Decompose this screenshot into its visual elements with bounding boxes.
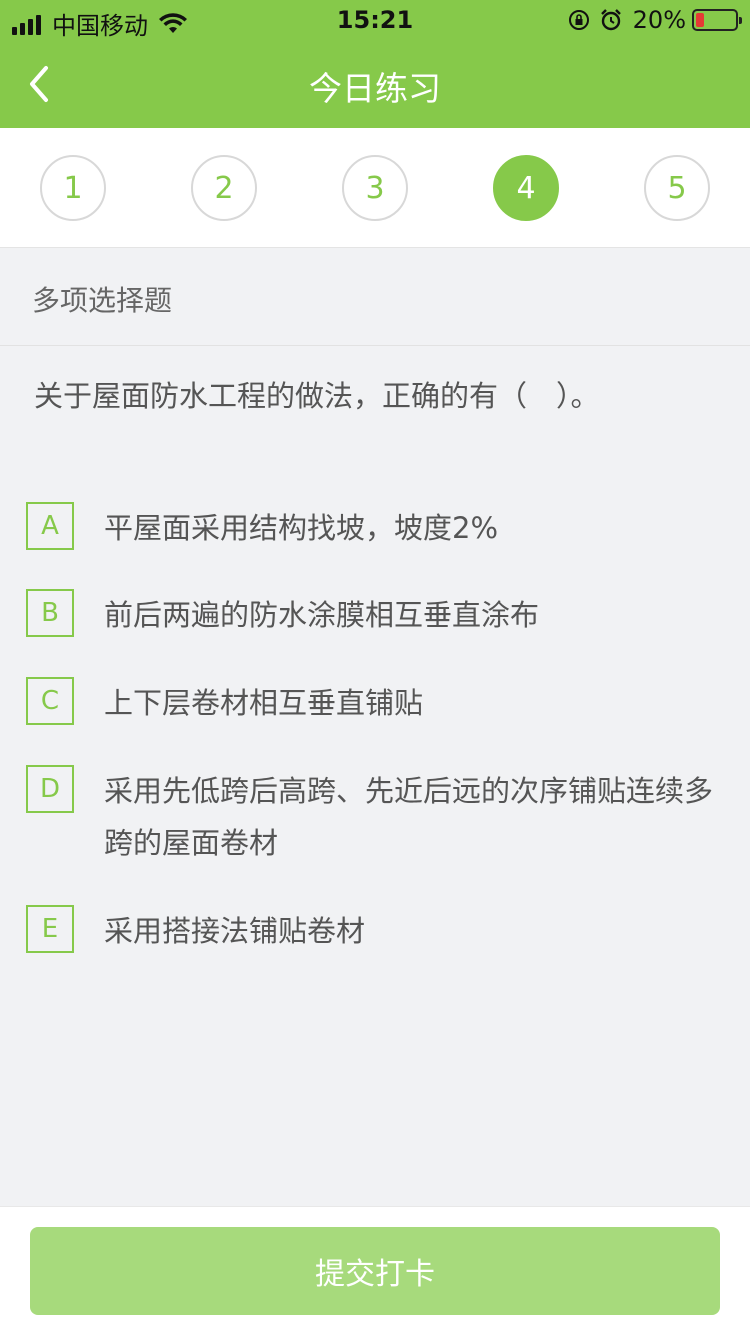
question-type: 多项选择题 <box>0 248 750 346</box>
battery-percentage: 20% <box>632 6 686 34</box>
option-letter: B <box>26 589 74 637</box>
step-4[interactable]: 4 <box>493 155 559 221</box>
page-title: 今日练习 <box>309 69 441 108</box>
question-stepper: 1 2 3 4 5 <box>0 128 750 248</box>
submit-checkin-button[interactable]: 提交打卡 <box>30 1227 720 1315</box>
alarm-icon <box>600 9 621 31</box>
step-2[interactable]: 2 <box>191 155 257 221</box>
option-text: 采用搭接法铺贴卷材 <box>104 914 366 948</box>
question-text: 关于屋面防水工程的做法，正确的有（ ）。 <box>34 379 600 413</box>
step-1[interactable]: 1 <box>40 155 106 221</box>
nav-bar: 今日练习 <box>0 40 750 128</box>
option-letter: D <box>26 765 74 813</box>
app-header-area: 中国移动 15:21 20% 今日练习 <box>0 0 750 128</box>
battery-level <box>696 13 704 27</box>
option-letter: E <box>26 905 74 953</box>
option-text: 前后两遍的防水涂膜相互垂直涂布 <box>104 598 540 632</box>
option-letter: C <box>26 677 74 725</box>
status-bar: 中国移动 15:21 20% <box>0 0 750 40</box>
footer-bar: 提交打卡 <box>0 1206 750 1334</box>
step-5[interactable]: 5 <box>644 155 710 221</box>
option-text: 上下层卷材相互垂直铺贴 <box>104 686 424 720</box>
battery-icon <box>692 9 742 31</box>
option-letter: A <box>26 502 74 550</box>
option-text: 采用先低跨后高跨、先近后远的次序铺贴连续多跨的屋面卷材 <box>104 774 714 860</box>
step-3[interactable]: 3 <box>342 155 408 221</box>
option-text: 平屋面采用结构找坡，坡度2% <box>104 511 499 545</box>
orientation-lock-icon <box>568 10 589 30</box>
